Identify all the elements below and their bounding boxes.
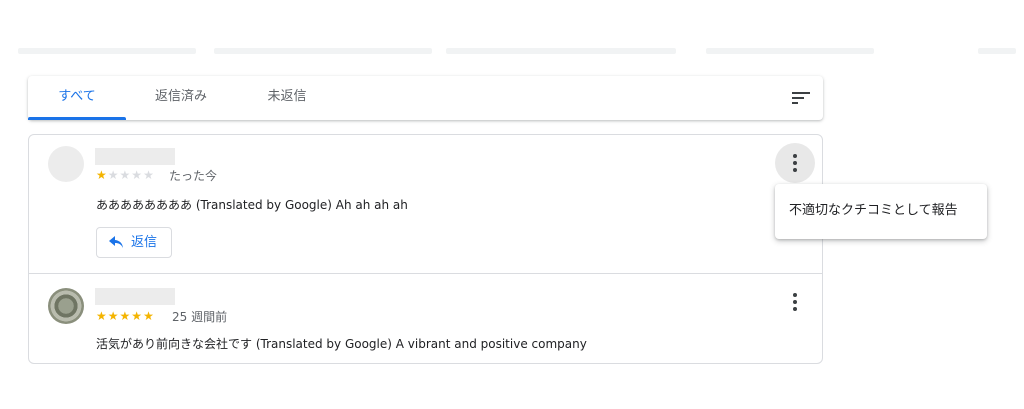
reviewer-name-placeholder — [95, 288, 175, 305]
review-item: ★★★★★ 25 週間前 活気があり前向きな会社です (Translated b… — [29, 274, 822, 363]
star-icon: ★ — [107, 168, 120, 182]
tab-unreplied[interactable]: 未返信 — [254, 76, 320, 120]
tab-unreplied-label: 未返信 — [267, 89, 307, 104]
star-icon: ★ — [96, 309, 108, 323]
reviews-list: ★★★★★ たった今 ああああああああ (Translated by Googl… — [28, 134, 823, 364]
review-time: たった今 — [169, 169, 218, 183]
review-time: 25 週間前 — [172, 310, 228, 324]
reply-button-label: 返信 — [131, 235, 158, 250]
top-strip — [0, 44, 1024, 56]
star-icon: ★ — [131, 309, 144, 323]
review-item: ★★★★★ たった今 ああああああああ (Translated by Googl… — [29, 135, 822, 273]
sort-button[interactable] — [789, 86, 813, 110]
review-text: ああああああああ (Translated by Google) Ah ah ah… — [96, 198, 408, 212]
active-tab-indicator — [28, 117, 126, 120]
star-rating: ★★★★★ — [96, 309, 155, 323]
tab-all-label: すべて — [58, 89, 96, 104]
avatar — [48, 146, 84, 182]
report-review-menu-item[interactable]: 不適切なクチコミとして報告 — [789, 203, 958, 219]
sort-icon — [792, 92, 810, 104]
star-icon: ★ — [131, 168, 144, 182]
star-icon: ★ — [119, 309, 132, 323]
star-icon: ★ — [119, 168, 132, 182]
star-icon: ★ — [143, 168, 155, 182]
more-options-button[interactable] — [775, 143, 815, 183]
star-icon: ★ — [96, 168, 108, 182]
more-options-button[interactable] — [775, 282, 815, 322]
star-icon: ★ — [143, 309, 155, 323]
tab-replied-label: 返信済み — [154, 89, 207, 104]
tab-all[interactable]: すべて — [28, 76, 126, 120]
reviewer-name-placeholder — [95, 148, 175, 165]
tab-replied[interactable]: 返信済み — [140, 76, 222, 120]
review-options-menu: 不適切なクチコミとして報告 — [775, 184, 987, 239]
star-icon: ★ — [107, 309, 120, 323]
reply-icon — [109, 236, 123, 248]
star-rating: ★★★★★ — [96, 168, 155, 182]
review-filter-tabs: すべて 返信済み 未返信 — [28, 76, 823, 120]
reply-button[interactable]: 返信 — [96, 227, 172, 258]
review-text: 活気があり前向きな会社です (Translated by Google) A v… — [96, 337, 587, 351]
avatar — [48, 288, 84, 324]
